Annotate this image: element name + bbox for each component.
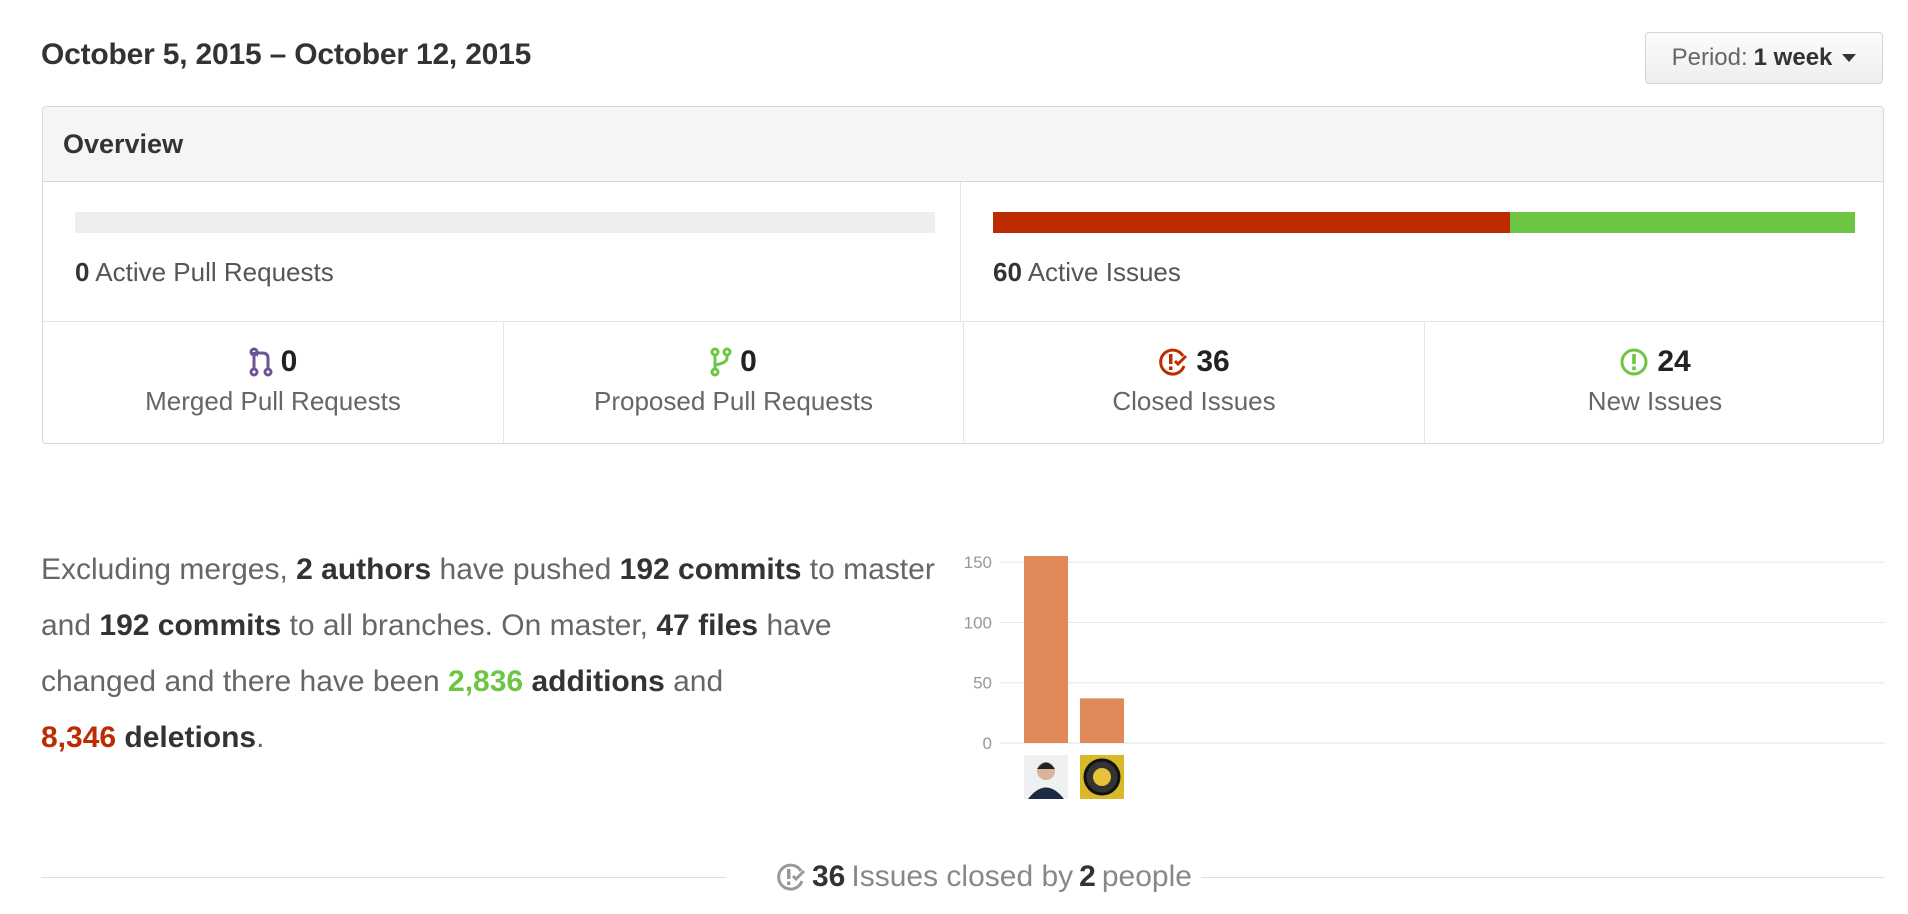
issues-progress-bar (993, 212, 1855, 233)
closed-issues-bar-segment (993, 212, 1511, 233)
proposed-pull-requests-stat[interactable]: 0 Proposed Pull Requests (504, 322, 964, 443)
merged-pull-requests-stat[interactable]: 0 Merged Pull Requests (43, 322, 504, 443)
overview-stats-row: 0 Merged Pull Requests 0 Proposed Pull R… (43, 322, 1883, 443)
issues-closed-text: Issues closed by (851, 860, 1074, 893)
issue-closed-icon (1159, 348, 1188, 376)
author-avatar[interactable] (1024, 755, 1068, 799)
people-text: people (1101, 860, 1192, 893)
y-tick-label: 50 (973, 674, 992, 693)
author-avatar[interactable] (1080, 755, 1124, 799)
overview-summary-row: 0 Active Pull Requests 60 Active Issues (43, 182, 1883, 322)
closed-issues-count: 36 (1196, 345, 1230, 378)
new-issues-bar-segment (1510, 212, 1855, 233)
overview-title: Overview (43, 107, 1883, 182)
files-changed-link[interactable]: 47 files (656, 609, 758, 642)
issues-closed-count: 36 (812, 860, 846, 893)
people-count: 2 (1079, 860, 1096, 893)
closed-issues-stat[interactable]: 36 Closed Issues (964, 322, 1425, 443)
active-issues-label: Active Issues (1027, 257, 1181, 287)
commits-all-link[interactable]: 192 commits (99, 609, 281, 642)
authors-link[interactable]: 2 authors (296, 553, 431, 586)
commit-summary-text: Excluding merges, 2 authors have pushed … (41, 542, 941, 766)
additions-label: additions (531, 665, 665, 698)
summary-text: have pushed (439, 553, 612, 586)
date-range-title: October 5, 2015 – October 12, 2015 (41, 38, 532, 71)
pull-requests-progress-bar (75, 212, 935, 233)
merged-pull-requests-label: Merged Pull Requests (145, 386, 401, 416)
divider-line (1201, 877, 1884, 878)
merged-pull-requests-count: 0 (280, 345, 298, 378)
active-issues-count: 60 (993, 257, 1022, 287)
proposed-pull-requests-label: Proposed Pull Requests (594, 386, 873, 416)
git-pull-request-icon (710, 347, 732, 377)
y-tick-label: 100 (964, 613, 992, 632)
active-pull-requests-count: 0 (75, 257, 90, 287)
additions-count: 2,836 (448, 665, 524, 698)
commits-master-link[interactable]: 192 commits (620, 553, 802, 586)
issues-closed-by-divider: 36 Issues closed by 2 people (41, 860, 1884, 910)
summary-text: Excluding merges, (41, 553, 288, 586)
new-issues-label: New Issues (1587, 386, 1723, 416)
issue-closed-icon (777, 863, 806, 891)
commit-bar-author-1[interactable] (1024, 556, 1068, 743)
git-merge-icon (249, 347, 273, 377)
deletions-label: deletions (124, 721, 257, 754)
proposed-pull-requests-count: 0 (740, 345, 757, 378)
overview-panel: Overview 0 Active Pull Requests 60 Activ… (42, 106, 1884, 444)
new-issues-count: 24 (1657, 345, 1691, 378)
y-tick-label: 0 (983, 734, 992, 753)
y-tick-label: 150 (964, 553, 992, 572)
closed-issues-label: Closed Issues (1112, 386, 1276, 416)
summary-text: and (673, 665, 724, 698)
active-pull-requests-label: Active Pull Requests (95, 257, 334, 287)
summary-text: to all branches. On master, (289, 609, 649, 642)
commit-bar-author-2[interactable] (1080, 698, 1124, 743)
period-label: Period: (1671, 44, 1748, 71)
active-pull-requests-summary[interactable]: 0 Active Pull Requests (43, 182, 961, 322)
period-value: 1 week (1753, 44, 1833, 71)
deletions-count: 8,346 (41, 721, 117, 754)
period-dropdown-button[interactable]: Period: 1 week (1645, 32, 1883, 84)
commits-by-author-chart: 0 50 100 150 (964, 553, 1885, 799)
active-issues-summary[interactable]: 60 Active Issues (961, 182, 1883, 322)
issue-opened-icon (1620, 348, 1648, 376)
summary-text: . (256, 721, 265, 754)
divider-line (41, 877, 726, 878)
caret-down-icon (1842, 54, 1857, 62)
new-issues-stat[interactable]: 24 New Issues (1425, 322, 1883, 443)
